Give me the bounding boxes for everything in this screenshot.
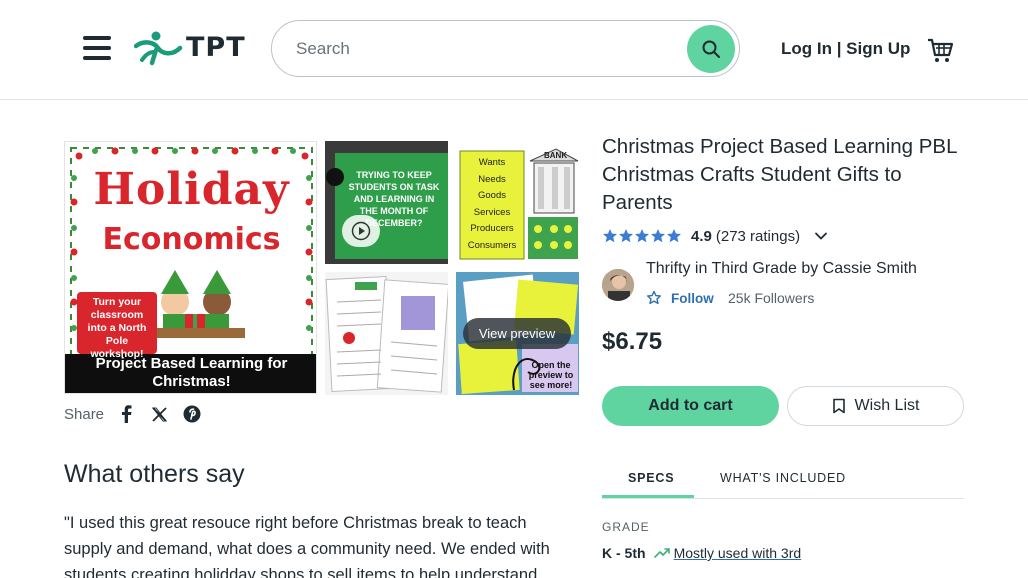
bookmark-icon	[832, 398, 845, 414]
wish-list-label: Wish List	[854, 397, 920, 414]
search-input[interactable]	[296, 35, 696, 63]
thumbnail-wants-needs[interactable]: BANK Wants Needs Goods Services Producer…	[456, 141, 579, 264]
tpt-logo-mark-icon	[133, 31, 183, 66]
grade-row: K - 5th Mostly used with 3rd	[602, 545, 801, 561]
seller-name-link[interactable]: Thrifty in Third Grade by Cassie Smith	[646, 260, 917, 278]
pinterest-icon[interactable]	[182, 404, 202, 424]
tpt-logo[interactable]: TPT	[133, 30, 249, 66]
star-icon	[651, 229, 665, 243]
star-outline-icon	[647, 290, 661, 305]
grade-label: GRADE	[602, 520, 650, 534]
rating-value: 4.9	[691, 227, 712, 245]
product-title: Christmas Project Based Learning PBL Chr…	[602, 135, 957, 214]
product-main-image[interactable]: Holiday Economics Turn your classroom in…	[64, 141, 317, 394]
login-signup-link[interactable]: Log In | Sign Up	[781, 39, 910, 59]
star-icon	[635, 229, 649, 243]
rating-count: (273 ratings)	[715, 227, 801, 245]
chevron-down-icon[interactable]	[814, 229, 828, 243]
rating-row[interactable]: 4.9 (273 ratings)	[602, 226, 828, 246]
star-icon	[667, 229, 681, 243]
site-header: TPT Log In | Sign Up	[0, 0, 1028, 100]
search-button[interactable]	[687, 25, 735, 73]
word-item: Goods	[478, 190, 506, 201]
view-preview-button[interactable]: View preview	[463, 318, 571, 349]
x-icon[interactable]	[149, 404, 169, 424]
wants-needs-words: Wants Needs Goods Services Producers Con…	[462, 155, 522, 254]
thumbnail-video[interactable]: TRYING TO KEEP STUDENTS ON TASK AND LEAR…	[325, 141, 448, 264]
follow-button[interactable]: Follow	[646, 290, 714, 306]
price: $6.75	[602, 328, 663, 355]
review-quote: "I used this great resouce right before …	[64, 514, 550, 578]
mostly-used-link[interactable]: Mostly used with 3rd	[674, 545, 802, 561]
tab-whats-included[interactable]: WHAT'S INCLUDED	[720, 471, 846, 485]
bank-label: BANK	[544, 151, 568, 160]
add-to-cart-button[interactable]: Add to cart	[602, 386, 779, 426]
preview-note: Open the preview to see more!	[528, 360, 574, 390]
active-tab-indicator	[602, 495, 694, 498]
follow-label: Follow	[671, 290, 714, 306]
cover-title-economics: Economics	[102, 222, 281, 257]
cover-title-holiday: Holiday	[93, 164, 290, 215]
thumbnail-worksheets[interactable]	[325, 272, 448, 395]
star-icon	[603, 229, 617, 243]
logo-text: TPT	[186, 32, 246, 63]
cover-banner: Project Based Learning for Christmas!	[95, 355, 288, 390]
word-item: Producers	[470, 223, 514, 234]
trending-up-icon	[653, 548, 670, 558]
search-bar	[271, 20, 740, 77]
cover-tagline: Turn your classroom into a North Pole wo…	[87, 296, 147, 360]
wish-list-button[interactable]: Wish List	[787, 386, 964, 426]
word-item: Consumers	[467, 239, 517, 251]
shopping-cart-icon[interactable]	[926, 36, 954, 64]
grade-value: K - 5th	[602, 545, 646, 561]
magnifier-icon	[702, 40, 720, 58]
play-icon[interactable]	[342, 215, 380, 247]
word-item: Services	[473, 206, 511, 218]
facebook-icon[interactable]	[116, 404, 136, 424]
share-label: Share	[64, 405, 105, 423]
share-row: Share	[64, 404, 215, 424]
tab-specs[interactable]: SPECS	[628, 471, 674, 485]
word-item: Wants	[478, 157, 506, 168]
what-others-say-heading: What others say	[64, 460, 245, 488]
seller-avatar[interactable]	[602, 269, 634, 301]
word-item: Needs	[478, 173, 506, 185]
hamburger-menu-icon[interactable]	[83, 36, 111, 60]
worksheets-image	[325, 272, 448, 395]
followers-count: 25k Followers	[728, 290, 815, 306]
star-rating	[602, 228, 682, 244]
product-tabs: SPECS WHAT'S INCLUDED	[602, 466, 964, 499]
star-icon	[619, 229, 633, 243]
